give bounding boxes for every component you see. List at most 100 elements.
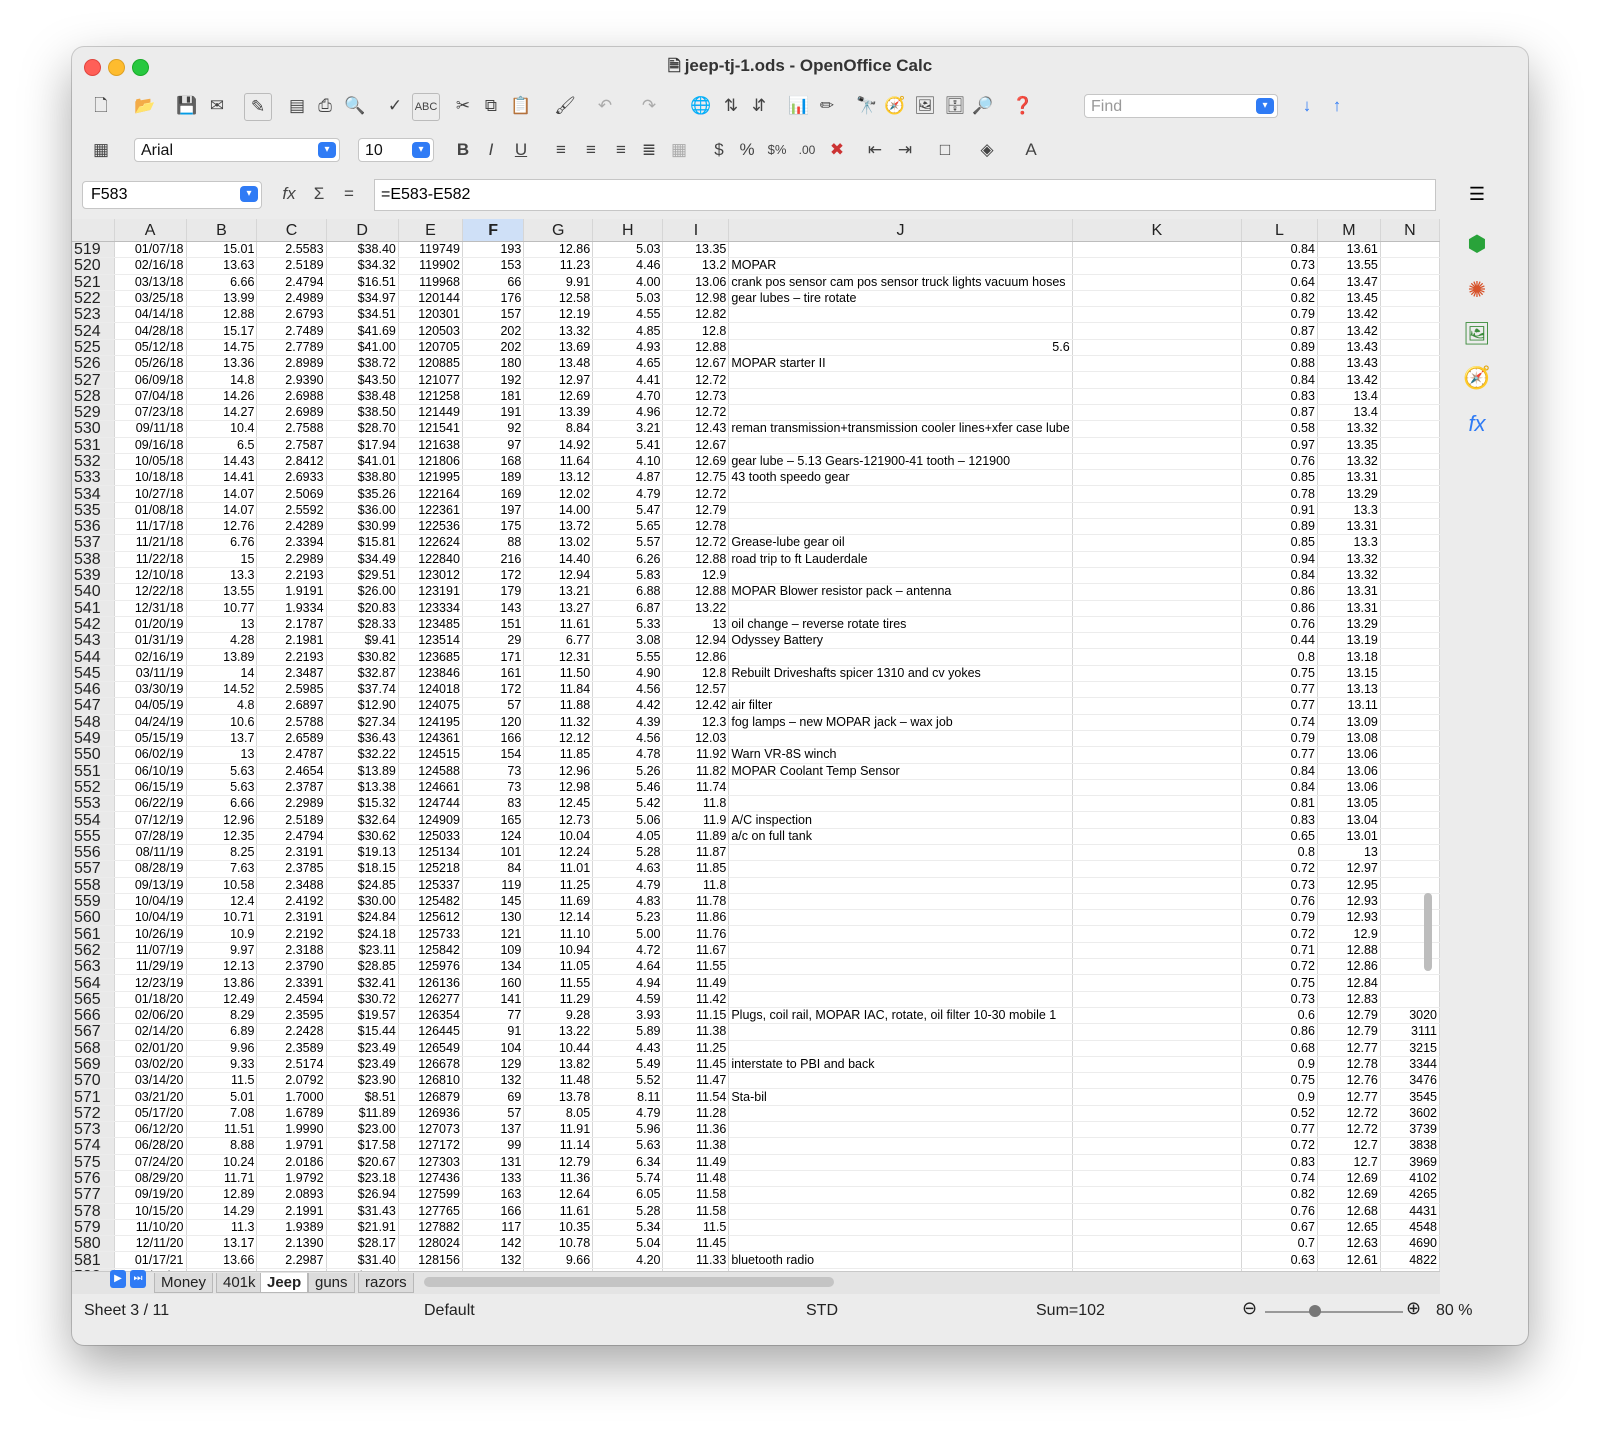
cell-g[interactable]: 11.25 <box>523 877 594 894</box>
cell-d[interactable]: $38.40 <box>326 241 399 259</box>
cell-j[interactable]: MOPAR <box>728 257 1073 275</box>
cell-n[interactable]: 4822 <box>1380 1251 1440 1269</box>
cell-j[interactable] <box>728 1137 1073 1155</box>
standard-format-icon[interactable]: $% <box>764 137 790 163</box>
cell-i[interactable]: 12.86 <box>662 648 730 666</box>
cell-l[interactable]: 0.75 <box>1241 665 1318 683</box>
cell-j[interactable]: fog lamps – new MOPAR jack – wax job <box>728 714 1073 731</box>
cell-b[interactable]: 10.77 <box>186 600 258 617</box>
cell-e[interactable]: 125842 <box>398 942 463 960</box>
cell-c[interactable]: 2.7588 <box>256 420 327 438</box>
cell-m[interactable]: 12.61 <box>1317 1251 1381 1269</box>
cell-h[interactable]: 4.87 <box>592 469 664 487</box>
cell-a[interactable]: 06/10/19 <box>114 763 187 780</box>
cell-k[interactable] <box>1072 763 1242 780</box>
cell-m[interactable]: 13.55 <box>1317 257 1381 275</box>
cell-a[interactable]: 01/08/18 <box>114 502 187 520</box>
cell-n[interactable]: 4548 <box>1380 1219 1440 1237</box>
cell-d[interactable]: $15.81 <box>326 534 399 552</box>
cell-m[interactable]: 13.06 <box>1317 746 1381 764</box>
font-size-dropdown-icon[interactable]: ▾ <box>412 142 430 158</box>
cell-d[interactable]: $41.01 <box>326 453 399 471</box>
cell-e[interactable]: 123012 <box>398 567 463 585</box>
cell-c[interactable]: 2.2989 <box>256 551 327 568</box>
cell-n[interactable] <box>1380 730 1440 748</box>
cell-h[interactable]: 5.42 <box>592 795 664 813</box>
cell-i[interactable]: 11.87 <box>662 844 730 862</box>
row-header[interactable]: 547 <box>72 698 115 715</box>
cell-m[interactable]: 13.3 <box>1317 502 1381 520</box>
cell-h[interactable]: 4.59 <box>592 991 664 1008</box>
cell-k[interactable] <box>1072 1170 1242 1188</box>
cell-e[interactable]: 125033 <box>398 828 463 845</box>
cell-i[interactable]: 12.72 <box>662 404 730 422</box>
chart-icon[interactable]: 📊 <box>786 93 812 119</box>
cell-e[interactable]: 126810 <box>398 1072 463 1090</box>
cell-a[interactable]: 01/20/19 <box>114 616 187 634</box>
row-header[interactable]: 523 <box>72 307 115 324</box>
cell-a[interactable]: 02/16/18 <box>114 257 187 275</box>
cell-i[interactable]: 13.35 <box>662 241 730 259</box>
navigator-sidebar-icon[interactable]: 🧭 <box>1462 363 1492 393</box>
cell-e[interactable]: 122164 <box>398 485 463 503</box>
cell-e[interactable]: 124661 <box>398 779 463 797</box>
row-header[interactable]: 555 <box>72 828 115 845</box>
cell-n[interactable] <box>1380 453 1440 471</box>
cell-m[interactable]: 13.32 <box>1317 453 1381 471</box>
cell-l[interactable]: 0.63 <box>1241 1251 1318 1269</box>
cell-j[interactable] <box>728 404 1073 422</box>
cell-k[interactable] <box>1072 551 1242 568</box>
copy-icon[interactable]: ⧉ <box>478 93 504 119</box>
cell-m[interactable]: 13.15 <box>1317 665 1381 683</box>
cell-a[interactable]: 03/13/18 <box>114 274 187 291</box>
cell-l[interactable]: 0.82 <box>1241 1186 1318 1204</box>
cell-m[interactable]: 13.43 <box>1317 339 1381 357</box>
cell-k[interactable] <box>1072 828 1242 845</box>
cell-b[interactable]: 15.17 <box>186 322 258 340</box>
cell-a[interactable]: 10/27/18 <box>114 485 187 503</box>
cell-b[interactable]: 14.41 <box>186 469 258 487</box>
cell-e[interactable]: 121258 <box>398 388 463 405</box>
cell-n[interactable] <box>1380 502 1440 520</box>
cell-f[interactable]: 57 <box>462 1105 525 1123</box>
cell-m[interactable]: 13.04 <box>1317 811 1381 829</box>
cell-h[interactable]: 5.06 <box>592 811 664 829</box>
cell-c[interactable]: 2.0186 <box>256 1154 327 1171</box>
cell-m[interactable]: 13.06 <box>1317 763 1381 780</box>
functions-sidebar-icon[interactable]: fx <box>1462 409 1492 439</box>
cell-k[interactable] <box>1072 730 1242 748</box>
cell-j[interactable]: a/c on full tank <box>728 828 1073 845</box>
cell-g[interactable]: 8.84 <box>523 420 594 438</box>
cell-l[interactable]: 0.97 <box>1241 437 1318 454</box>
zoom-slider-track[interactable] <box>1265 1311 1403 1313</box>
cell-c[interactable]: 2.1787 <box>256 616 327 634</box>
cell-e[interactable]: 124588 <box>398 763 463 780</box>
clone-formatting-icon[interactable]: 🖌 <box>552 93 578 119</box>
cell-j[interactable]: Warn VR-8S winch <box>728 746 1073 764</box>
cell-b[interactable]: 11.71 <box>186 1170 258 1188</box>
cell-b[interactable]: 6.5 <box>186 437 258 454</box>
cell-d[interactable]: $41.00 <box>326 339 399 357</box>
cell-m[interactable]: 12.97 <box>1317 860 1381 878</box>
cell-n[interactable] <box>1380 665 1440 683</box>
cell-k[interactable] <box>1072 1072 1242 1090</box>
cell-n[interactable] <box>1380 828 1440 845</box>
cell-i[interactable]: 13.22 <box>662 600 730 617</box>
cell-m[interactable]: 13.06 <box>1317 779 1381 797</box>
cell-c[interactable]: 2.6793 <box>256 306 327 324</box>
cell-j[interactable] <box>728 502 1073 520</box>
cell-h[interactable]: 4.43 <box>592 1040 664 1057</box>
cell-j[interactable]: Odyssey Battery <box>728 632 1073 650</box>
cell-g[interactable]: 11.69 <box>523 893 594 911</box>
cell-f[interactable]: 66 <box>462 274 525 291</box>
cell-j[interactable] <box>728 991 1073 1008</box>
cell-k[interactable] <box>1072 909 1242 927</box>
spreadsheet-grid[interactable]: A B C D E F G H I J K L M N 519 01/07/18 1… <box>72 219 1440 1271</box>
cell-j[interactable] <box>728 306 1073 324</box>
cell-b[interactable]: 10.9 <box>186 925 258 943</box>
cell-b[interactable]: 4.8 <box>186 697 258 715</box>
cell-h[interactable]: 5.00 <box>592 925 664 943</box>
cell-f[interactable]: 92 <box>462 420 525 438</box>
cell-i[interactable]: 11.92 <box>662 746 730 764</box>
cell-m[interactable]: 12.65 <box>1317 1219 1381 1237</box>
